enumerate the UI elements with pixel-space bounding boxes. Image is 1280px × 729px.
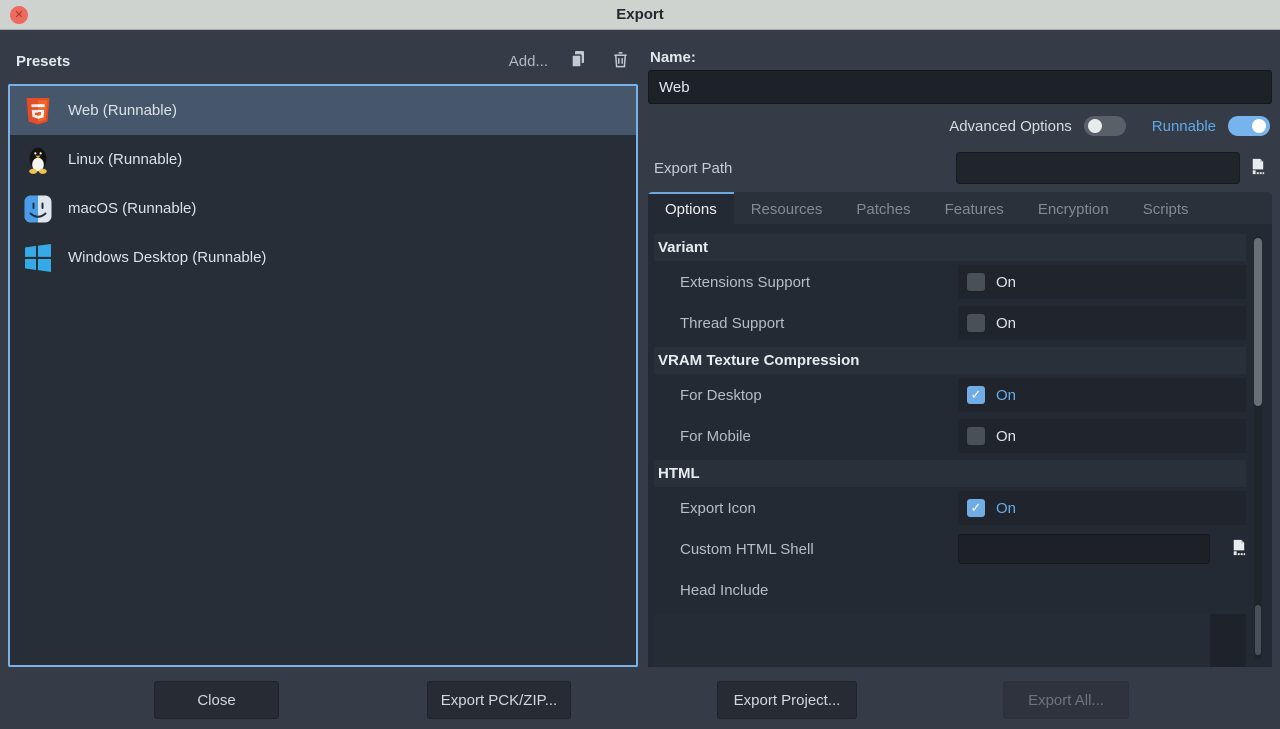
property-row-head-include: Head Include [654, 573, 1246, 607]
add-preset-button[interactable]: Add... [509, 53, 548, 70]
titlebar: ✕ Export [0, 0, 1280, 30]
thread-support-checkbox[interactable] [967, 314, 985, 332]
property-row-export-icon: Export Icon ✓ On [654, 491, 1246, 525]
for-desktop-checkbox[interactable]: ✓ [967, 386, 985, 404]
property-value-cell: On [958, 265, 1246, 299]
toggle-knob [1252, 119, 1266, 133]
property-label: Custom HTML Shell [654, 532, 958, 566]
preset-details-panel: Name: Advanced Options Runnable Export P… [648, 38, 1272, 667]
property-row-extensions-support: Extensions Support On [654, 265, 1246, 299]
extensions-support-checkbox[interactable] [967, 273, 985, 291]
property-value-cell: On [958, 306, 1246, 340]
property-row-custom-html-shell: Custom HTML Shell [654, 532, 1246, 566]
toggle-knob [1088, 119, 1102, 133]
options-scrollbar[interactable] [1254, 236, 1262, 659]
tab-patches[interactable]: Patches [839, 192, 927, 224]
runnable-label: Runnable [1152, 118, 1216, 135]
on-label: On [996, 500, 1016, 517]
linux-icon [22, 144, 54, 176]
property-value-cell: ✓ On [958, 378, 1246, 412]
presets-heading: Presets [16, 53, 491, 70]
footer-button-export-all[interactable]: Export All... [1003, 681, 1129, 719]
preset-list: Web (Runnable) Linux (Runnable) macOS (Run… [8, 84, 638, 667]
property-value-cell [958, 532, 1253, 566]
window-close-button[interactable]: ✕ [10, 6, 28, 24]
preset-item-label: Web (Runnable) [68, 102, 177, 119]
footer-button-export-pck-zip[interactable]: Export PCK/ZIP... [427, 681, 571, 719]
copy-icon [568, 49, 588, 73]
presets-panel: Presets Add... Web (Runnable) Linux (Runn… [8, 38, 638, 667]
tab-options[interactable]: Options [648, 192, 734, 224]
property-value-cell: ✓ On [958, 491, 1246, 525]
footer-button-close[interactable]: Close [154, 681, 279, 719]
options-panel: VariantExtensions SupportOnThread Suppor… [648, 224, 1272, 667]
tab-encryption[interactable]: Encryption [1021, 192, 1126, 224]
file-icon [1248, 157, 1267, 180]
name-label: Name: [648, 49, 696, 66]
property-label: Extensions Support [654, 265, 958, 299]
trash-icon [611, 50, 630, 73]
property-label: Head Include [654, 573, 1246, 607]
property-label: For Desktop [654, 378, 958, 412]
property-label: Thread Support [654, 306, 958, 340]
preset-name-input[interactable] [648, 70, 1272, 104]
export-dialog: ✕ Export Presets Add... [0, 0, 1280, 729]
tab-bar: OptionsResourcesPatchesFeaturesEncryptio… [648, 192, 1272, 224]
macos-icon [22, 193, 54, 225]
preset-item-web-runnable[interactable]: Web (Runnable) [10, 86, 636, 135]
tab-resources[interactable]: Resources [734, 192, 840, 224]
section-header-vram-texture-compression: VRAM Texture Compression [654, 347, 1246, 374]
property-row-thread-support: Thread Support On [654, 306, 1246, 340]
duplicate-preset-button[interactable] [566, 49, 590, 73]
tab-scripts[interactable]: Scripts [1126, 192, 1206, 224]
export-path-input[interactable] [956, 152, 1240, 184]
property-value-cell: On [958, 419, 1246, 453]
section-header-variant: Variant [654, 234, 1246, 261]
delete-preset-button[interactable] [608, 49, 632, 73]
close-icon: ✕ [14, 10, 23, 21]
on-label: On [996, 428, 1016, 445]
on-label: On [996, 274, 1016, 291]
scrollbar-thumb[interactable] [1254, 238, 1262, 406]
property-row-for-mobile: For Mobile On [654, 419, 1246, 453]
for-mobile-checkbox[interactable] [967, 427, 985, 445]
textarea-scroll-strip [1210, 614, 1246, 667]
on-label: On [996, 387, 1016, 404]
advanced-options-toggle[interactable] [1084, 116, 1126, 136]
advanced-options-label: Advanced Options [949, 118, 1072, 135]
dialog-footer: Close Export PCK/ZIP... Export Project... E… [0, 667, 1280, 729]
window-title: Export [616, 6, 664, 23]
dialog-body: Presets Add... Web (Runnable) Linux (Runn… [0, 30, 1280, 729]
custom-html-shell-input[interactable] [958, 534, 1210, 564]
html5-icon [22, 95, 54, 127]
preset-item-label: Windows Desktop (Runnable) [68, 249, 266, 266]
preset-item-windows-desktop-runnable[interactable]: Windows Desktop (Runnable) [10, 233, 636, 282]
tab-features[interactable]: Features [928, 192, 1021, 224]
export-path-browse-button[interactable] [1242, 152, 1272, 184]
export-icon-checkbox[interactable]: ✓ [967, 499, 985, 517]
property-row-for-desktop: For Desktop ✓ On [654, 378, 1246, 412]
preset-item-linux-runnable[interactable]: Linux (Runnable) [10, 135, 636, 184]
runnable-toggle[interactable] [1228, 116, 1270, 136]
custom-html-shell-browse-button[interactable] [1223, 533, 1253, 565]
preset-item-label: macOS (Runnable) [68, 200, 196, 217]
preset-item-macos-runnable[interactable]: macOS (Runnable) [10, 184, 636, 233]
windows-icon [22, 242, 54, 274]
property-label: Export Icon [654, 491, 958, 525]
preset-item-label: Linux (Runnable) [68, 151, 182, 168]
export-path-label: Export Path [648, 160, 956, 177]
head-include-textarea[interactable] [654, 614, 1246, 667]
on-label: On [996, 315, 1016, 332]
footer-button-export-project[interactable]: Export Project... [717, 681, 857, 719]
scrollbar-thumb-secondary[interactable] [1255, 605, 1261, 655]
file-icon [1229, 538, 1248, 561]
property-label: For Mobile [654, 419, 958, 453]
section-header-html: HTML [654, 460, 1246, 487]
